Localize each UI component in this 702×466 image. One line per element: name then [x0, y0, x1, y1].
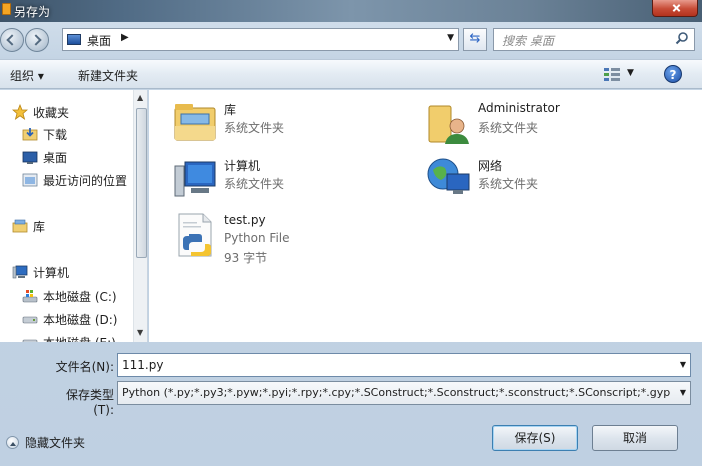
nav-item-drive-d[interactable]: 本地磁盘 (D:)	[22, 309, 117, 329]
search-placeholder: 搜索 桌面	[502, 34, 554, 48]
desktop-icon	[67, 34, 81, 45]
file-list: 库 系统文件夹 Administrator 系统文件夹 计算机 系统文件夹 网络…	[149, 90, 702, 342]
desktop-icon	[22, 151, 38, 164]
save-as-dialog: 另存为 桌面 ▶ ▼ ⇆ 搜索 桌面 组织 ▾ 新建文件夹 ▼ ? 收藏夹 下载…	[0, 0, 702, 466]
drive-icon	[22, 316, 38, 324]
file-type: 系统文件夹	[478, 121, 539, 135]
save-button[interactable]: 保存(S)	[492, 425, 578, 451]
scroll-up-icon[interactable]: ▲	[137, 93, 143, 102]
address-dropdown-icon[interactable]: ▼	[447, 33, 454, 43]
help-button[interactable]: ?	[664, 65, 682, 83]
drive-icon	[22, 339, 38, 342]
filetype-dropdown-icon[interactable]: ▼	[680, 388, 686, 397]
computer-icon	[174, 161, 216, 197]
file-item-test-py[interactable]: test.py Python File 93 字节	[171, 210, 371, 270]
address-bar[interactable]: 桌面 ▶ ▼	[62, 28, 459, 51]
nav-label: 下载	[43, 127, 68, 142]
drive-c-icon	[22, 290, 38, 303]
window-title: 另存为	[14, 5, 51, 19]
nav-item-downloads[interactable]: 下载	[22, 124, 67, 144]
downloads-folder-icon	[22, 128, 38, 141]
nav-label: 最近访问的位置	[43, 173, 128, 188]
file-type: 系统文件夹	[224, 121, 285, 135]
nav-label: 桌面	[43, 150, 68, 165]
recent-places-icon	[22, 173, 38, 187]
nav-item-favorites[interactable]: 收藏夹	[12, 102, 69, 122]
back-button[interactable]	[0, 28, 24, 52]
file-name: 计算机	[224, 159, 261, 173]
cancel-button[interactable]: 取消	[592, 425, 678, 451]
file-name: 网络	[478, 159, 503, 173]
nav-label: 本地磁盘 (D:)	[43, 312, 118, 327]
file-type: Python File	[224, 231, 290, 245]
file-type: 系统文件夹	[478, 177, 539, 191]
file-item-computer[interactable]: 计算机 系统文件夹	[171, 154, 371, 204]
close-button[interactable]	[652, 0, 698, 17]
library-icon	[12, 219, 28, 233]
library-folder-icon	[174, 104, 216, 141]
filetype-label: 保存类型(T):	[65, 388, 114, 417]
filename-input[interactable]: 111.py ▼	[117, 353, 691, 377]
computer-icon	[12, 265, 28, 279]
nav-item-recent[interactable]: 最近访问的位置	[22, 170, 127, 190]
hide-folders-label: 隐藏文件夹	[25, 436, 86, 450]
nav-label: 收藏夹	[33, 105, 70, 120]
file-item-network[interactable]: 网络 系统文件夹	[425, 154, 625, 204]
file-size: 93 字节	[224, 251, 268, 265]
navigation-pane: 收藏夹 下载 桌面 最近访问的位置 库 计算机 本地磁盘 (C:) 本地磁盘 (…	[0, 90, 148, 342]
nav-item-drive-e[interactable]: 本地磁盘 (E:)	[22, 332, 116, 342]
title-bar[interactable]: 另存为	[0, 0, 702, 22]
file-item-administrator[interactable]: Administrator 系统文件夹	[425, 98, 645, 148]
nav-label: 计算机	[33, 265, 70, 280]
file-name: 库	[224, 103, 237, 117]
nav-scrollbar[interactable]: ▲ ▼	[133, 90, 147, 342]
search-icon[interactable]	[675, 31, 689, 45]
nav-item-computer[interactable]: 计算机	[12, 262, 69, 282]
address-location[interactable]: 桌面	[87, 32, 111, 49]
network-icon	[427, 158, 470, 194]
refresh-button[interactable]: ⇆	[463, 28, 487, 51]
organize-menu[interactable]: 组织 ▾	[10, 67, 44, 84]
file-item-library[interactable]: 库 系统文件夹	[171, 98, 371, 148]
filename-value[interactable]: 111.py	[122, 358, 163, 372]
nav-item-desktop[interactable]: 桌面	[22, 147, 67, 167]
filename-label: 文件名(N):	[55, 360, 114, 374]
python-file-icon	[178, 213, 212, 257]
filename-dropdown-icon[interactable]: ▼	[680, 360, 686, 369]
toolbar: 组织 ▾ 新建文件夹 ▼ ?	[0, 59, 702, 89]
filetype-value: Python (*.py;*.py3;*.pyw;*.pyi;*.rpy;*.c…	[122, 386, 670, 399]
scroll-down-icon[interactable]: ▼	[137, 328, 143, 337]
collapse-icon	[6, 436, 19, 449]
app-icon	[2, 3, 11, 15]
nav-label: 本地磁盘 (E:)	[43, 334, 116, 343]
nav-item-library[interactable]: 库	[12, 216, 45, 236]
file-name: test.py	[224, 213, 266, 227]
new-folder-button[interactable]: 新建文件夹	[78, 67, 138, 84]
search-input[interactable]: 搜索 桌面	[493, 28, 695, 51]
breadcrumb-arrow-icon[interactable]: ▶	[121, 32, 129, 43]
hide-folders-toggle[interactable]: 隐藏文件夹	[6, 434, 85, 451]
nav-item-drive-c[interactable]: 本地磁盘 (C:)	[22, 286, 117, 306]
scrollbar-thumb[interactable]	[136, 108, 147, 258]
star-icon	[12, 104, 28, 120]
forward-button[interactable]	[25, 28, 49, 52]
nav-label: 本地磁盘 (C:)	[43, 289, 117, 304]
filetype-select[interactable]: Python (*.py;*.py3;*.pyw;*.pyi;*.rpy;*.c…	[117, 381, 691, 405]
file-name: Administrator	[478, 101, 560, 115]
file-type: 系统文件夹	[224, 177, 285, 191]
view-options-icon[interactable]	[604, 68, 620, 81]
user-folder-icon	[428, 105, 469, 144]
nav-label: 库	[33, 219, 46, 234]
view-dropdown-icon[interactable]: ▼	[627, 68, 634, 78]
